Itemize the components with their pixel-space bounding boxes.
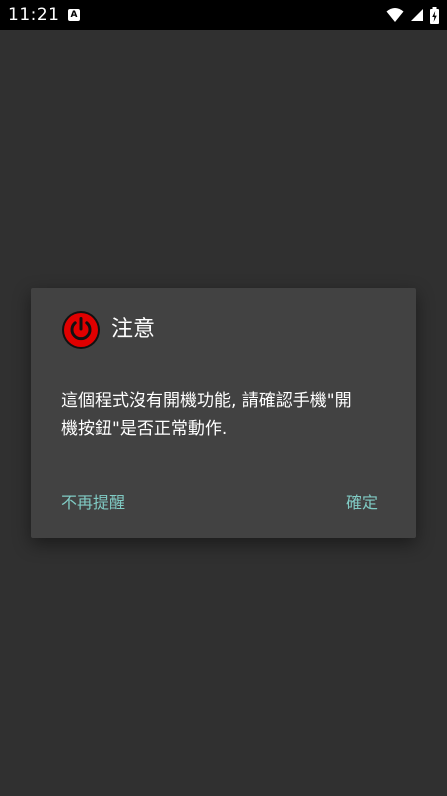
battery-charging-icon [430,6,439,24]
confirm-button[interactable]: 確定 [346,492,378,514]
status-time: 11:21 [8,5,60,25]
dialog-title: 注意 [111,317,156,342]
dialog-message: 這個程式沒有開機功能, 請確認手機"開機按鈕"是否正常動作. [61,391,352,439]
alert-dialog: 注意 這個程式沒有開機功能, 請確認手機"開機按鈕"是否正常動作. 不再提醒 確… [31,288,416,538]
dont-remind-button[interactable]: 不再提醒 [61,492,125,514]
signal-icon [411,9,423,21]
wifi-icon [386,8,404,22]
power-icon [62,311,100,349]
notification-app-icon: A [68,9,80,21]
status-icons [386,6,439,24]
status-bar: 11:21 A [0,0,447,30]
